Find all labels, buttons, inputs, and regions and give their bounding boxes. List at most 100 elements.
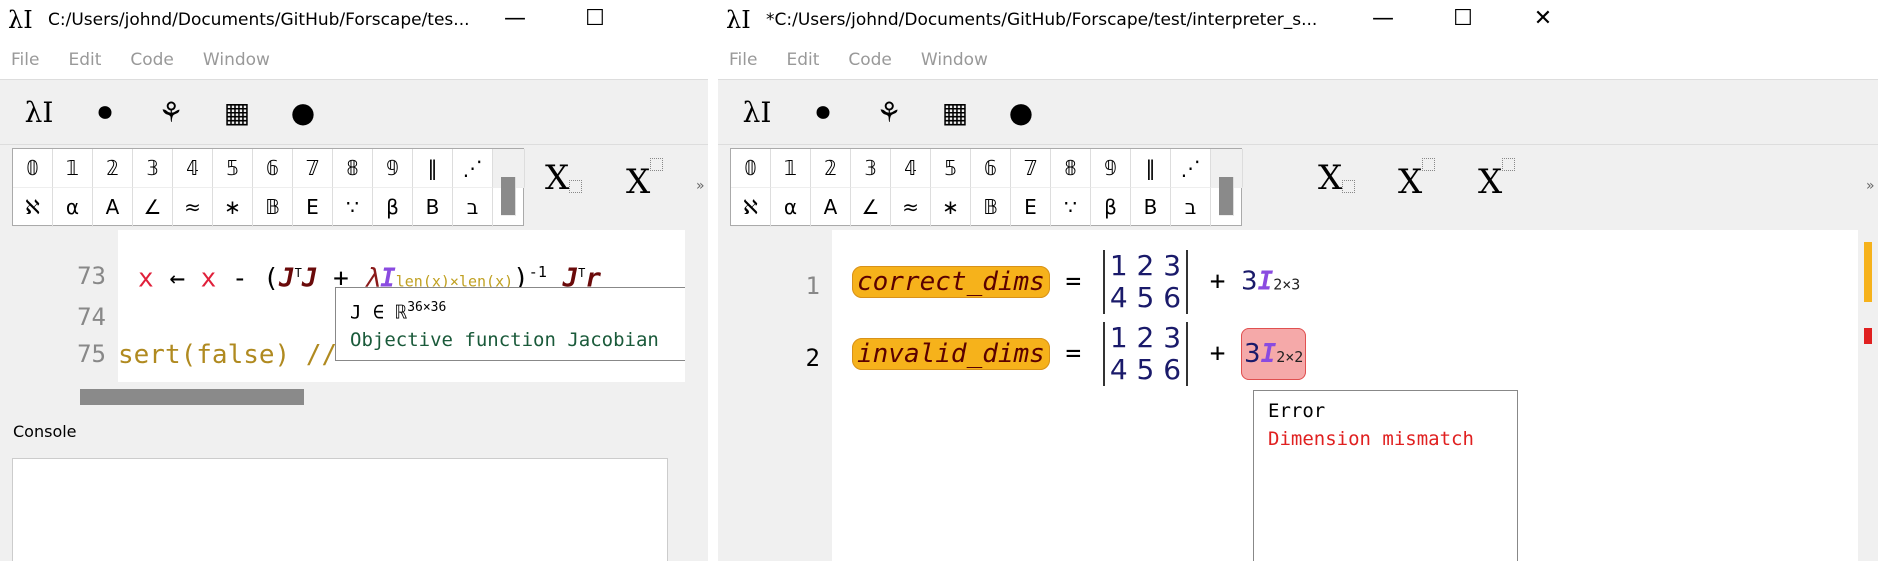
symbol-palette: 𝟘 𝟙 𝟚 𝟛 𝟜 𝟝 𝟞 𝟟 𝟠 𝟡 ‖ ⋰ ℵ α A ∠ ≈ ∗ 𝔹 E ∵ β B ב	[730, 148, 1243, 227]
symbol[interactable]: 𝟡	[1091, 149, 1131, 188]
symbol[interactable]: 𝟠	[333, 149, 373, 188]
run-lambda-icon[interactable]: λI	[724, 96, 790, 129]
scroll-thumb[interactable]	[1219, 177, 1234, 216]
symbol[interactable]: E	[293, 188, 333, 227]
subscript-button[interactable]: X	[545, 158, 583, 198]
maximize-button[interactable]: ☐	[1443, 6, 1483, 31]
symbol[interactable]: A	[811, 188, 851, 227]
symbol[interactable]: 𝟟	[293, 149, 333, 188]
menu-file[interactable]: File	[11, 50, 39, 70]
console-output[interactable]	[12, 458, 668, 561]
symbol[interactable]: 𝟟	[1011, 149, 1051, 188]
menu-edit[interactable]: Edit	[786, 50, 819, 70]
symbol[interactable]: ⋰	[1171, 149, 1211, 188]
tooltip-message: Dimension mismatch	[1268, 428, 1474, 450]
symbol[interactable]: ⋰	[453, 149, 493, 188]
stop-icon[interactable]: ⏺	[72, 95, 138, 129]
symbol[interactable]: 𝔹	[253, 188, 293, 227]
symbol[interactable]: 𝟛	[133, 149, 173, 188]
symbol[interactable]: ℵ	[13, 188, 53, 227]
symbol[interactable]: ∠	[851, 188, 891, 227]
symbol[interactable]: 𝟝	[931, 149, 971, 188]
menu-edit[interactable]: Edit	[68, 50, 101, 70]
symbol[interactable]: ∵	[333, 188, 373, 227]
code-line-75: sert(false) //	[118, 340, 338, 370]
vertical-scrollbar[interactable]	[1858, 230, 1878, 561]
symbol[interactable]: ∗	[931, 188, 971, 227]
error-tooltip: Error Dimension mismatch	[1253, 390, 1518, 561]
overflow-icon[interactable]: »	[696, 178, 705, 194]
line-gutter: 1 2	[718, 230, 832, 561]
palette-scrollbar[interactable]	[493, 149, 525, 216]
symbol[interactable]: 𝟜	[891, 149, 931, 188]
superscript-button[interactable]: X	[1398, 158, 1436, 202]
close-button[interactable]: ✕	[1523, 6, 1563, 31]
symbol[interactable]: 𝔹	[971, 188, 1011, 227]
minimize-button[interactable]: —	[495, 6, 535, 31]
syntax-tree-icon[interactable]: ⚘	[856, 96, 922, 129]
symbol[interactable]: ∗	[213, 188, 253, 227]
syntax-tree-icon[interactable]: ⚘	[138, 96, 204, 129]
tooltip: J ∈ ℝ36×36 Objective function Jacobian	[335, 287, 685, 362]
subscript-button[interactable]: X	[1318, 158, 1356, 198]
maximize-button[interactable]: ☐	[575, 6, 615, 31]
grid-icon[interactable]: ▦	[204, 96, 270, 129]
symbol[interactable]: 𝟙	[771, 149, 811, 188]
symbol[interactable]: 𝟜	[173, 149, 213, 188]
palette-scrollbar[interactable]	[1211, 149, 1243, 216]
symbol[interactable]: ב	[1171, 188, 1211, 227]
symbol[interactable]: ‖	[1131, 149, 1171, 188]
symbol[interactable]: ∵	[1051, 188, 1091, 227]
symbol[interactable]: 𝟡	[373, 149, 413, 188]
line-number: 1	[805, 272, 820, 300]
symbol[interactable]: ‖	[413, 149, 453, 188]
superscript-button[interactable]: X	[626, 158, 664, 202]
symbol[interactable]: B	[413, 188, 453, 227]
run-lambda-icon[interactable]: λI	[6, 96, 72, 129]
github-icon[interactable]: ●	[270, 96, 336, 129]
symbol[interactable]: E	[1011, 188, 1051, 227]
symbol[interactable]: B	[1131, 188, 1171, 227]
symbol[interactable]: 𝟙	[53, 149, 93, 188]
menu-code[interactable]: Code	[848, 50, 892, 70]
scroll-thumb[interactable]	[501, 177, 516, 216]
github-icon[interactable]: ●	[988, 96, 1054, 129]
minimize-button[interactable]: —	[1363, 6, 1403, 31]
grid-icon[interactable]: ▦	[922, 96, 988, 129]
symbol[interactable]: ≈	[891, 188, 931, 227]
stop-icon[interactable]: ⏺	[790, 95, 856, 129]
symbol[interactable]: 𝟚	[93, 149, 133, 188]
symbol[interactable]: ≈	[173, 188, 213, 227]
symbol-palette: 𝟘 𝟙 𝟚 𝟛 𝟜 𝟝 𝟞 𝟟 𝟠 𝟡 ‖ ⋰ ℵ α A ∠ ≈ ∗ 𝔹 E ∵ β B ב	[12, 148, 525, 227]
scroll-marker-warning	[1864, 242, 1872, 302]
title-bar: λI *C:/Users/johnd/Documents/GitHub/Fors…	[718, 0, 1878, 40]
symbol[interactable]: β	[373, 188, 413, 227]
symbol[interactable]: 𝟝	[213, 149, 253, 188]
symbol[interactable]: 𝟞	[971, 149, 1011, 188]
symbol[interactable]: 𝟘	[731, 149, 771, 188]
symbol[interactable]: A	[93, 188, 133, 227]
matrix: 1 2 34 5 6	[1102, 250, 1189, 314]
symbol[interactable]: ∠	[133, 188, 173, 227]
symbol[interactable]: ℵ	[731, 188, 771, 227]
symbol[interactable]: 𝟚	[811, 149, 851, 188]
symbol[interactable]: 𝟛	[851, 149, 891, 188]
tooltip-title: Error	[1268, 400, 1326, 422]
symbol[interactable]: α	[53, 188, 93, 227]
overflow-icon[interactable]: »	[1866, 178, 1875, 194]
menu-file[interactable]: File	[729, 50, 757, 70]
code-editor[interactable]: 73 74 75 x ← x - (JTJ + λIlen(x)×len(x))…	[0, 230, 685, 382]
menu-bar: File Edit Code Window	[0, 40, 708, 80]
menu-window[interactable]: Window	[921, 50, 988, 70]
tooltip-type: J ∈ ℝ	[350, 301, 408, 324]
menu-window[interactable]: Window	[203, 50, 270, 70]
symbol[interactable]: β	[1091, 188, 1131, 227]
menu-code[interactable]: Code	[130, 50, 174, 70]
symbol[interactable]: 𝟞	[253, 149, 293, 188]
symbol[interactable]: ב	[453, 188, 493, 227]
symbol[interactable]: 𝟠	[1051, 149, 1091, 188]
subsuperscript-button[interactable]: X	[1478, 158, 1516, 202]
symbol[interactable]: α	[771, 188, 811, 227]
horizontal-scrollbar[interactable]	[80, 389, 304, 405]
symbol[interactable]: 𝟘	[13, 149, 53, 188]
